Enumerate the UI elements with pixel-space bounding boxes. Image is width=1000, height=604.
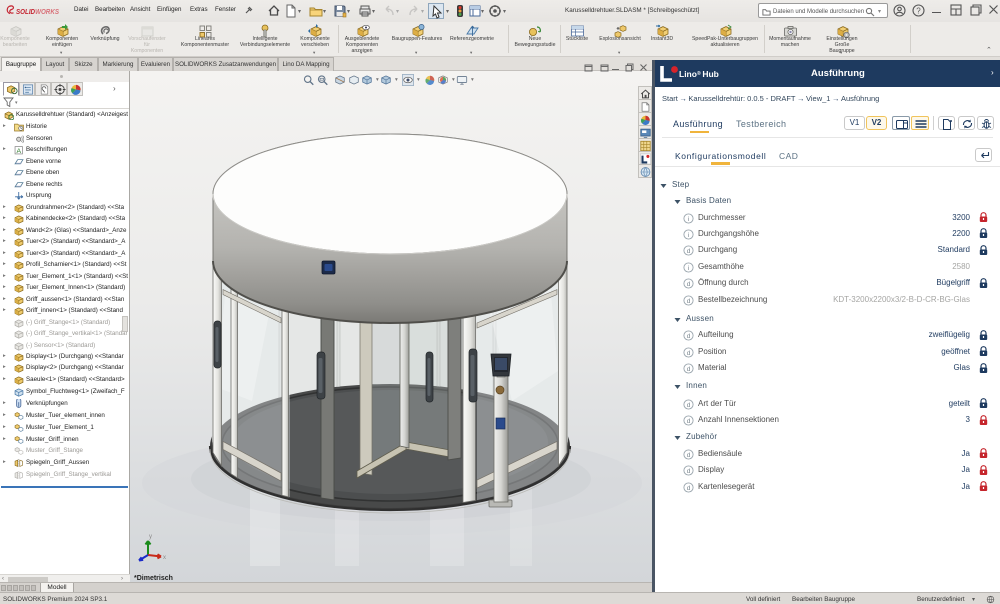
svg-text:SOLIDWORKS: SOLIDWORKS xyxy=(16,9,59,16)
svg-text:A: A xyxy=(16,148,21,155)
svg-text:i: i xyxy=(688,232,689,239)
svg-text:d: d xyxy=(687,248,691,255)
svg-text:d: d xyxy=(687,402,691,409)
svg-text:x: x xyxy=(163,555,166,561)
svg-text:i: i xyxy=(688,265,689,272)
svg-text:d: d xyxy=(687,468,691,475)
svg-text:*Dimetrisch: *Dimetrisch xyxy=(134,575,173,582)
svg-text:?: ? xyxy=(916,6,921,15)
svg-text:d: d xyxy=(687,350,691,357)
svg-text:y: y xyxy=(149,534,152,540)
svg-text:d: d xyxy=(687,298,691,305)
svg-text:d: d xyxy=(687,333,691,340)
svg-text:d: d xyxy=(687,366,691,373)
svg-text:d: d xyxy=(687,281,691,288)
svg-text:d: d xyxy=(687,418,691,425)
svg-text:d: d xyxy=(687,452,691,459)
svg-text:i: i xyxy=(688,216,689,223)
svg-text:d: d xyxy=(687,485,691,492)
